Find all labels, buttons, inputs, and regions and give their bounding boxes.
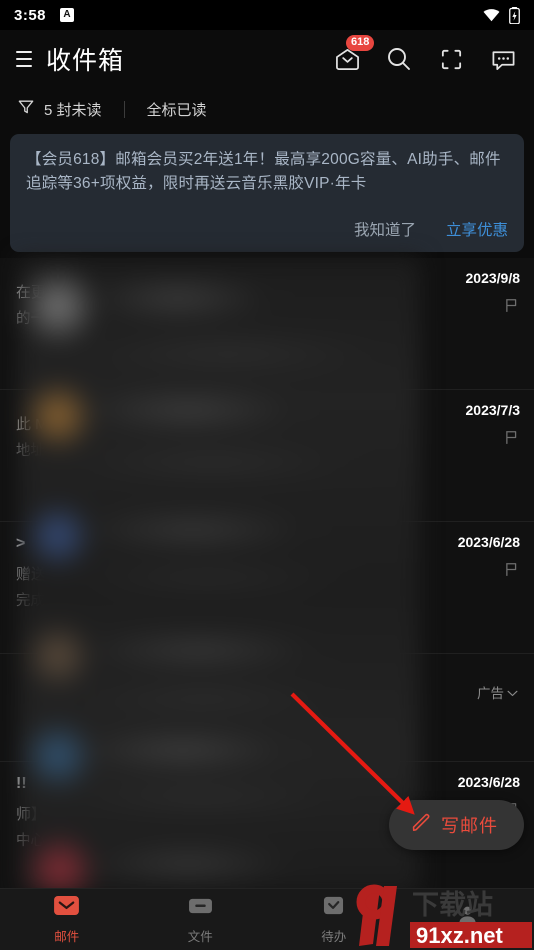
envelope-icon <box>53 895 80 921</box>
chat-bubble-icon[interactable] <box>488 44 518 74</box>
promo-banner: 【会员618】邮箱会员买2年送1年！最高享200G容量、AI助手、邮件追踪等36… <box>10 134 524 252</box>
scan-qr-icon[interactable] <box>436 44 466 74</box>
page-title: 收件箱 <box>46 47 125 75</box>
promo-cta-button[interactable]: 立享优惠 <box>446 218 508 240</box>
filter-bar-divider <box>123 100 125 118</box>
mark-all-read-button[interactable]: 全标已读 <box>147 99 207 120</box>
app-bar-actions: 618 <box>332 35 520 74</box>
compose-mail-button[interactable]: 写邮件 <box>389 800 524 850</box>
folder-icon <box>187 895 214 921</box>
blurred-mail-list-overlay <box>18 258 420 895</box>
nav-item-mail[interactable]: 邮件 <box>0 895 134 945</box>
app-bar: 收件箱 618 <box>0 30 534 88</box>
watermark-site-text: 91xz.net <box>416 923 503 948</box>
filter-funnel-icon[interactable] <box>18 99 34 119</box>
flag-icon[interactable] <box>505 562 518 582</box>
promo-banner-text: 【会员618】邮箱会员买2年送1年！最高享200G容量、AI助手、邮件追踪等36… <box>26 151 501 192</box>
flag-icon[interactable] <box>505 298 518 318</box>
hamburger-menu-icon[interactable] <box>16 51 34 67</box>
compose-mail-label: 写邮件 <box>441 816 498 836</box>
todo-check-icon <box>320 895 347 921</box>
pencil-compose-icon <box>411 813 431 838</box>
search-icon[interactable] <box>384 44 414 74</box>
battery-charging-icon <box>509 6 520 24</box>
ad-label: 广告 <box>477 686 504 701</box>
mail-date: 2023/6/28 <box>457 774 520 790</box>
nav-item-todo-label: 待办 <box>321 929 347 944</box>
status-bar-app-icon: A <box>60 8 75 22</box>
wifi-icon <box>483 8 500 22</box>
mail-date: 2023/7/3 <box>465 402 521 418</box>
ad-label-group[interactable]: 广告 <box>477 682 518 702</box>
promo-banner-actions: 我知道了 立享优惠 <box>354 218 508 240</box>
nav-item-mail-label: 邮件 <box>54 929 80 944</box>
nav-item-files-label: 文件 <box>187 929 213 944</box>
phone-screen: 3:58 A 收件箱 618 5 封未读 全标已读 【会员618】邮箱会员买2年… <box>0 0 534 950</box>
vip-badge-count: 618 <box>346 35 375 51</box>
status-bar-right-icons <box>483 6 520 24</box>
filter-bar: 5 封未读 全标已读 <box>0 88 534 130</box>
promo-dismiss-button[interactable]: 我知道了 <box>354 218 416 240</box>
watermark-logo-text: 下载站 <box>412 890 493 920</box>
status-bar: 3:58 A <box>0 0 534 30</box>
unread-count-label[interactable]: 5 封未读 <box>44 99 102 120</box>
flag-icon[interactable] <box>505 430 518 450</box>
mail-date: 2023/6/28 <box>457 534 520 550</box>
crown-vip-icon[interactable]: 618 <box>332 35 375 74</box>
nav-item-files[interactable]: 文件 <box>134 895 268 945</box>
status-bar-time: 3:58 <box>14 6 47 24</box>
mail-date: 2023/9/8 <box>465 270 521 286</box>
site-watermark: 下载站 91xz.net <box>356 884 532 948</box>
chevron-down-icon[interactable] <box>507 685 518 700</box>
